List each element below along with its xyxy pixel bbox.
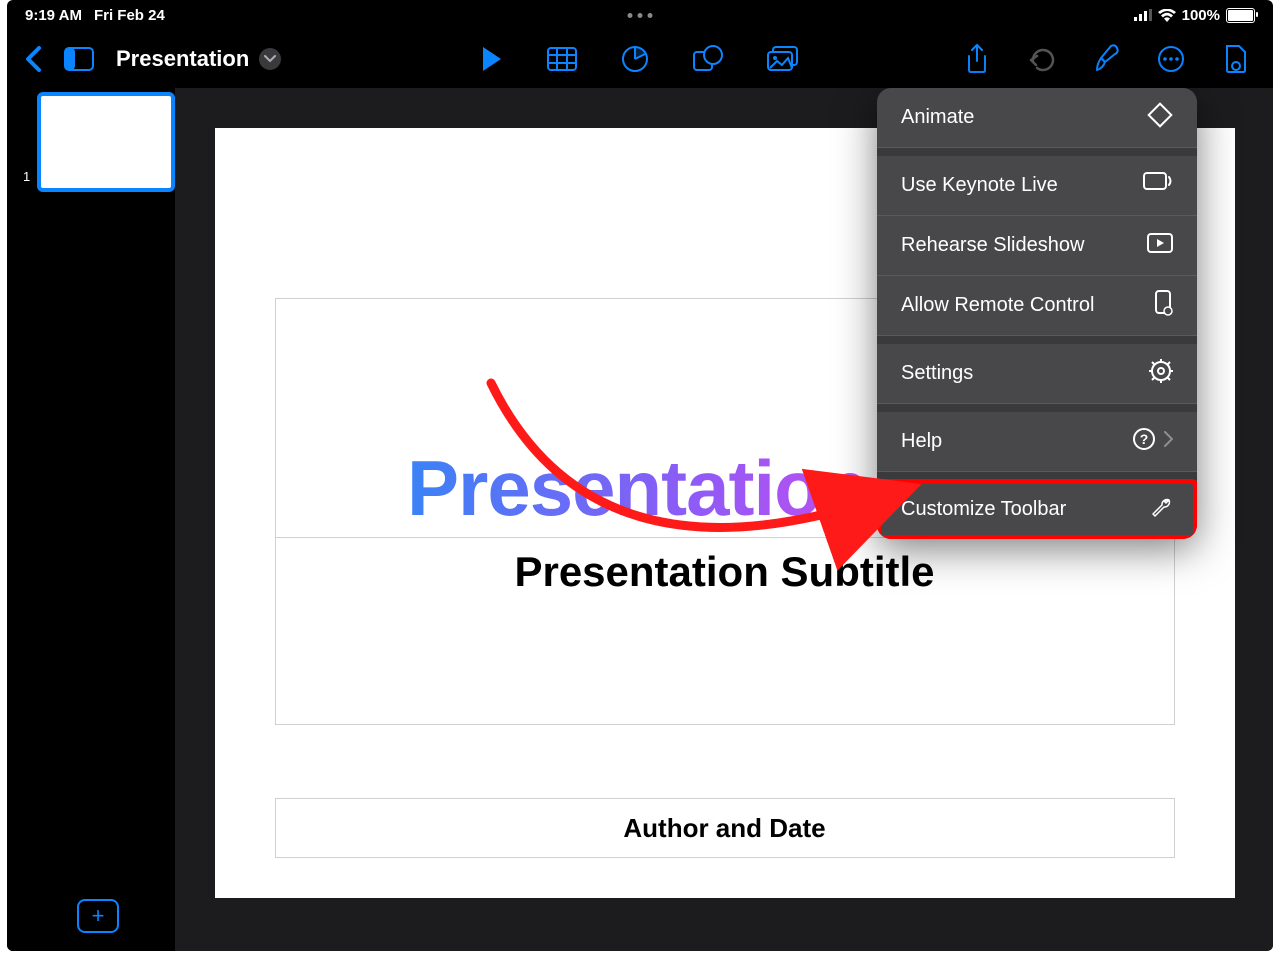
slide-thumbnail-1[interactable]	[37, 92, 175, 192]
back-button[interactable]	[25, 46, 42, 72]
app-toolbar: Presentation	[7, 30, 1273, 88]
multitask-dots[interactable]	[628, 13, 653, 18]
play-rect-icon	[1147, 233, 1173, 259]
sidebar-toggle-icon[interactable]	[64, 47, 94, 71]
slide-navigator[interactable]: 1 +	[7, 88, 176, 951]
workspace: 1 + Presentation Title Presentation Subt…	[7, 88, 1273, 951]
menu-separator	[877, 472, 1197, 480]
slide-author: Author and Date	[623, 813, 825, 844]
add-slide-label: +	[92, 903, 105, 929]
battery-pct: 100%	[1182, 7, 1220, 24]
document-title[interactable]: Presentation	[116, 46, 281, 72]
chevron-right-icon	[1164, 430, 1173, 453]
chart-icon[interactable]	[621, 45, 649, 73]
menu-label: Animate	[901, 106, 974, 129]
question-icon: ?	[1132, 427, 1156, 457]
slide-number: 1	[23, 169, 30, 184]
diamond-icon	[1147, 102, 1173, 134]
menu-separator	[877, 336, 1197, 344]
menu-animate[interactable]: Animate	[877, 88, 1197, 148]
menu-label: Customize Toolbar	[901, 498, 1066, 521]
share-icon[interactable]	[965, 44, 989, 74]
status-time: 9:19 AM	[25, 7, 82, 24]
battery-icon	[1226, 8, 1255, 23]
undo-icon[interactable]	[1027, 45, 1055, 73]
menu-customize-toolbar[interactable]: Customize Toolbar	[877, 480, 1197, 539]
author-placeholder[interactable]: Author and Date	[275, 798, 1175, 858]
table-icon[interactable]	[547, 47, 577, 71]
media-icon[interactable]	[767, 46, 799, 72]
document-title-text: Presentation	[116, 46, 249, 72]
menu-settings[interactable]: Settings	[877, 344, 1197, 404]
add-slide-button[interactable]: +	[77, 899, 119, 933]
svg-text:?: ?	[1140, 431, 1149, 447]
title-chevron-icon[interactable]	[259, 48, 281, 70]
wifi-icon	[1158, 9, 1176, 22]
menu-separator	[877, 404, 1197, 412]
menu-help[interactable]: Help ?	[877, 412, 1197, 472]
menu-label: Help	[901, 430, 942, 453]
phone-icon	[1153, 290, 1173, 322]
menu-label: Rehearse Slideshow	[901, 234, 1084, 257]
menu-rehearse[interactable]: Rehearse Slideshow	[877, 216, 1197, 276]
format-brush-icon[interactable]	[1093, 44, 1119, 74]
menu-keynote-live[interactable]: Use Keynote Live	[877, 156, 1197, 216]
document-options-icon[interactable]	[1223, 44, 1247, 74]
menu-label: Allow Remote Control	[901, 294, 1094, 317]
more-menu-popover: Animate Use Keynote Live Rehearse Slides…	[877, 88, 1197, 539]
menu-separator	[877, 148, 1197, 156]
canvas[interactable]: Presentation Title Presentation Subtitle…	[176, 88, 1273, 951]
gear-icon	[1149, 359, 1173, 389]
slide-subtitle[interactable]: Presentation Subtitle	[276, 538, 1174, 706]
cellular-icon	[1134, 9, 1152, 21]
wrench-icon	[1149, 495, 1173, 525]
play-button[interactable]	[481, 46, 503, 72]
cast-icon	[1143, 172, 1173, 200]
status-bar: 9:19 AM Fri Feb 24 100%	[7, 0, 1273, 30]
status-date: Fri Feb 24	[94, 7, 165, 24]
menu-label: Settings	[901, 362, 973, 385]
menu-label: Use Keynote Live	[901, 174, 1058, 197]
shape-icon[interactable]	[693, 45, 723, 73]
more-icon[interactable]	[1157, 45, 1185, 73]
menu-remote[interactable]: Allow Remote Control	[877, 276, 1197, 336]
